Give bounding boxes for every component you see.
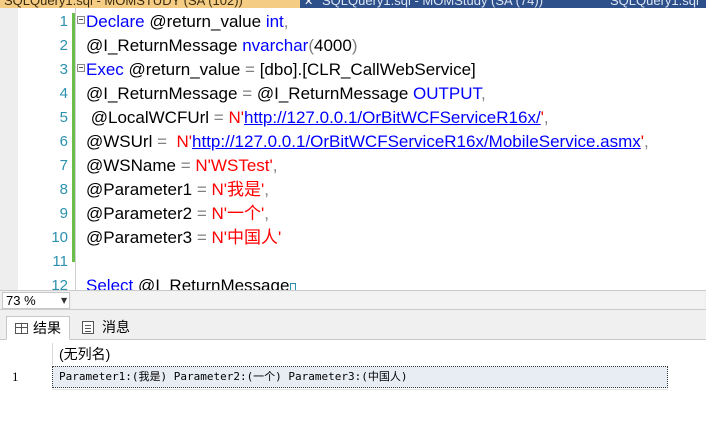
line-number: 4	[59, 85, 68, 102]
tab-messages-label: 消息	[102, 319, 130, 335]
code-line-12[interactable]: 12 Select @I_ReturnMessage	[0, 274, 706, 290]
sql-editor[interactable]: 1 Declare @return_value int, 2 @I_Return…	[0, 8, 706, 290]
code-line-1[interactable]: 1 Declare @return_value int,	[0, 10, 706, 34]
operator: )	[351, 36, 358, 55]
operator: =	[180, 156, 191, 175]
code-line-8[interactable]: 8 @Parameter1 = N'我是',	[0, 178, 706, 202]
string-literal: N'一个'	[211, 204, 265, 223]
variable: @WSName	[86, 156, 176, 175]
line-number: 12	[51, 277, 68, 290]
variable: @return_value	[128, 60, 241, 79]
variable: @Parameter2	[86, 204, 193, 223]
zoom-dropdown[interactable]: 73 % ▼	[2, 292, 70, 309]
operator: =	[242, 84, 253, 103]
line-number: 5	[59, 109, 68, 126]
end-of-line-marker	[290, 282, 297, 290]
operator: =	[157, 132, 168, 151]
keyword: Declare	[86, 12, 145, 31]
tab-title: SQLQuery1.sql - MOMSTUDY (SA (102))	[4, 0, 243, 8]
tab-sqlquery-3[interactable]: SQLQuery1.sql	[610, 0, 706, 8]
string-literal: N'	[228, 108, 244, 127]
number: 4000	[314, 36, 352, 55]
operator: =	[196, 204, 207, 223]
operator: ,	[283, 12, 289, 31]
chevron-down-icon[interactable]: ▼	[61, 293, 67, 309]
keyword: int	[265, 12, 284, 31]
operator: ,	[272, 156, 278, 175]
tab-messages[interactable]: 消息	[76, 316, 138, 340]
string-literal: N'WSTest'	[195, 156, 273, 175]
tab-title: SQLQuery1.sql	[610, 0, 699, 8]
code-line-6[interactable]: 6 @WSUrl = N'http://127.0.0.1/OrBitWCFSe…	[0, 130, 706, 154]
operator: ,	[543, 108, 549, 127]
results-grid: (无列名) 1 Parameter1:(我是) Parameter2:(一个) …	[0, 341, 706, 421]
object-name: [dbo].[CLR_CallWebService]	[259, 60, 476, 79]
code-line-11[interactable]: 11	[0, 250, 706, 274]
operator: =	[245, 60, 255, 79]
column-header-label: (无列名)	[59, 346, 111, 362]
table-row[interactable]: 1 Parameter1:(我是) Parameter2:(一个) Parame…	[0, 365, 706, 389]
code-line-3[interactable]: 3 Exec @return_value = [dbo].[CLR_CallWe…	[0, 58, 706, 82]
line-number: 3	[59, 61, 68, 78]
column-header[interactable]: (无列名)	[52, 343, 668, 365]
operator: =	[196, 228, 207, 247]
tab-results[interactable]: 结果	[6, 316, 70, 340]
code-line-2[interactable]: 2 @I_ReturnMessage nvarchar(4000)	[0, 34, 706, 58]
variable: @Parameter1	[86, 180, 193, 199]
document-tab-strip: SQLQuery1.sql - MOMSTUDY (SA (102)) ✕ SQ…	[0, 0, 706, 8]
editor-status-bar: 73 % ▼	[0, 290, 706, 310]
line-number: 2	[59, 37, 68, 54]
string-literal: N'中国人'	[211, 228, 282, 247]
url-link[interactable]: http://127.0.0.1/OrBitWCFServiceR16x/Mob…	[192, 132, 641, 151]
variable: @Parameter3	[86, 228, 193, 247]
code-line-9[interactable]: 9 @Parameter2 = N'一个',	[0, 202, 706, 226]
keyword: nvarchar	[242, 36, 309, 55]
variable: @I_ReturnMessage	[256, 84, 409, 103]
tab-sqlquery-active[interactable]: SQLQuery1.sql - MOMSTUDY (SA (102))	[0, 0, 300, 8]
variable: @WSUrl	[86, 132, 153, 151]
url-link[interactable]: http://127.0.0.1/OrBitWCFServiceR16x/	[244, 108, 541, 127]
line-number: 11	[52, 253, 68, 270]
code-line-4[interactable]: 4 @I_ReturnMessage = @I_ReturnMessage OU…	[0, 82, 706, 106]
keyword: Exec	[86, 60, 124, 79]
code-line-10[interactable]: 10 @Parameter3 = N'中国人'	[0, 226, 706, 250]
variable: @LocalWCFUrl	[90, 108, 210, 127]
operator: =	[213, 108, 224, 127]
line-number: 8	[59, 181, 68, 198]
operator: =	[196, 180, 207, 199]
line-number: 7	[59, 157, 68, 174]
line-number: 10	[51, 229, 68, 246]
grid-icon	[15, 323, 28, 334]
close-icon[interactable]: ✕	[304, 0, 313, 8]
collapse-icon[interactable]	[77, 16, 85, 24]
operator: ,	[264, 204, 269, 223]
tab-title: SQLQuery1.sql - MOMStudy (SA (74))	[322, 0, 544, 8]
string-literal: N'	[176, 132, 193, 151]
tab-sqlquery-2[interactable]: SQLQuery1.sql - MOMStudy (SA (74))	[322, 0, 622, 8]
variable: @I_ReturnMessage	[86, 36, 238, 55]
operator: ,	[264, 180, 269, 199]
zoom-value: 73 %	[6, 293, 36, 308]
operator: ,	[481, 84, 486, 103]
code-line-5[interactable]: 5 @LocalWCFUrl = N'http://127.0.0.1/OrBi…	[0, 106, 706, 130]
line-number: 1	[59, 13, 68, 30]
keyword: Select	[86, 276, 134, 290]
variable: @return_value	[149, 12, 262, 31]
tab-results-label: 结果	[33, 320, 61, 336]
grid-divider	[52, 389, 668, 390]
variable: @I_ReturnMessage	[137, 276, 290, 290]
operator: ,	[644, 132, 649, 151]
line-number: 6	[59, 133, 68, 150]
result-cell[interactable]: Parameter1:(我是) Parameter2:(一个) Paramete…	[52, 366, 668, 388]
message-icon	[82, 321, 94, 334]
result-tab-strip: 结果 消息	[0, 310, 706, 340]
collapse-icon[interactable]	[77, 64, 85, 72]
line-number: 9	[59, 205, 68, 222]
string-literal: N'我是'	[211, 180, 265, 199]
variable: @I_ReturnMessage	[86, 84, 238, 103]
row-number: 1	[12, 369, 19, 384]
horizontal-scrollbar[interactable]	[72, 292, 704, 309]
code-line-7[interactable]: 7 @WSName = N'WSTest',	[0, 154, 706, 178]
keyword: OUTPUT	[413, 84, 482, 103]
